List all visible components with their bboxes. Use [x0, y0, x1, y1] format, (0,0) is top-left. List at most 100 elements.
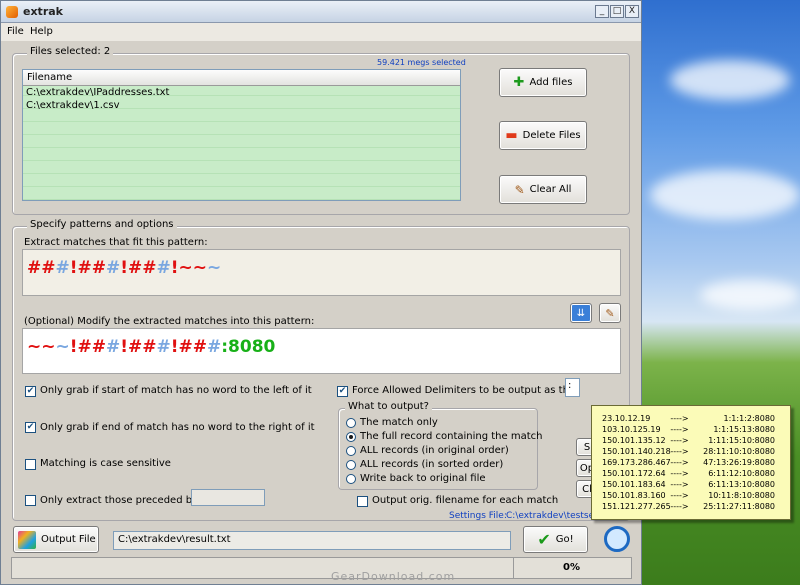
preceded-by-input[interactable]	[191, 489, 265, 506]
broom-icon: ✎	[605, 306, 615, 320]
title-bar[interactable]: extrak _ □ X	[1, 1, 641, 23]
tooltip-res: 1:1:15:13:8080	[713, 425, 775, 434]
pattern-segment: #	[106, 258, 121, 278]
clear-pattern-button[interactable]: ✎	[599, 303, 621, 323]
pattern-segment: !##	[69, 337, 106, 357]
force-delimiters-checkbox[interactable]: ✔	[337, 386, 348, 397]
radio-write-back-label: Write back to original file	[360, 473, 486, 484]
watermark: GearDownload.com	[331, 570, 456, 583]
expand-button[interactable]: ⇊	[570, 303, 592, 323]
pattern-segment: !##	[69, 258, 106, 278]
tooltip-ip: 103.10.125.19	[602, 425, 661, 434]
magnifier-icon[interactable]	[604, 526, 630, 552]
tooltip-line: 151.121.277.265 ----> 25:11:27:11:8080	[602, 501, 790, 512]
go-button[interactable]: ✔ Go!	[523, 526, 588, 553]
delimiter-input[interactable]: :	[565, 378, 580, 397]
pattern-segment: #	[55, 258, 70, 278]
output-path-field[interactable]: C:\extrakdev\result.txt	[113, 531, 511, 550]
minimize-button[interactable]: _	[595, 5, 609, 18]
window-title: extrak	[23, 5, 63, 18]
radio-match-only[interactable]	[346, 418, 356, 428]
output-filename-label: Output orig. filename for each match	[372, 495, 559, 506]
tooltip-arrow: ---->	[670, 447, 689, 456]
file-list-row[interactable]	[23, 190, 460, 203]
cloud	[700, 280, 800, 310]
progress-percent: 0%	[513, 558, 629, 578]
modify-pattern-input[interactable]: ~~~!###!###!###:8080	[22, 328, 621, 374]
maximize-button[interactable]: □	[610, 5, 624, 18]
radio-all-original[interactable]	[346, 446, 356, 456]
app-window: extrak _ □ X File Help Files selected: 2…	[0, 0, 642, 585]
file-list-row[interactable]	[23, 164, 460, 177]
case-sensitive-checkbox[interactable]	[25, 459, 36, 470]
tooltip-arrow: ---->	[670, 414, 689, 423]
tooltip-line: 150.101.172.64 ----> 6:11:12:10:8080	[602, 468, 790, 479]
pattern-segment: ##	[27, 258, 56, 278]
no-word-left-checkbox[interactable]: ✔	[25, 386, 36, 397]
clear-all-button[interactable]: ✎ Clear All	[499, 175, 587, 204]
tooltip-res: 10:11:8:10:8080	[708, 491, 775, 500]
menu-help[interactable]: Help	[30, 26, 53, 37]
filename-column-header[interactable]: Filename	[23, 70, 460, 86]
pattern-segment: ~	[207, 258, 222, 278]
tooltip-lines: 23.10.12.19 ----> 1:1:1:2:8080 103.10.125.1…	[602, 413, 790, 512]
modify-pattern-label: (Optional) Modify the extracted matches …	[24, 316, 315, 327]
extract-pattern-input[interactable]: ###!###!###!~~~	[22, 249, 621, 296]
tooltip-ip: 150.101.172.64	[602, 469, 666, 478]
broom-icon: ✎	[514, 182, 525, 197]
tooltip-ip: 151.121.277.265	[602, 502, 671, 511]
modify-pattern-text: ~~~!###!###!###:8080	[27, 337, 275, 357]
no-word-right-label: Only grab if end of match has no word to…	[40, 422, 315, 433]
output-filename-checkbox[interactable]	[357, 496, 368, 507]
file-list-row[interactable]	[23, 177, 460, 190]
pattern-segment: :8080	[221, 337, 276, 357]
no-word-left-label: Only grab if start of match has no word …	[40, 385, 312, 396]
minus-icon: ▬	[505, 128, 518, 143]
radio-full-record[interactable]	[346, 432, 356, 442]
preceded-by-checkbox[interactable]	[25, 495, 36, 506]
checkmark-icon: ✔	[537, 530, 551, 549]
output-file-button[interactable]: Output File	[13, 526, 99, 553]
output-file-label: Output File	[41, 534, 96, 545]
tooltip-res: 6:11:12:10:8080	[708, 469, 775, 478]
file-list-row[interactable]	[23, 112, 460, 125]
tooltip-line: 150.101.183.64 ----> 6:11:13:10:8080	[602, 479, 790, 490]
file-list-row[interactable]	[23, 138, 460, 151]
file-list-row[interactable]: C:\extrakdev\IPaddresses.txt	[23, 86, 460, 99]
tooltip-arrow: ---->	[670, 458, 689, 467]
add-files-label: Add files	[529, 77, 573, 88]
tooltip-arrow: ---->	[670, 436, 689, 445]
delete-files-button[interactable]: ▬ Delete Files	[499, 121, 587, 150]
patterns-group-label: Specify patterns and options	[27, 219, 177, 230]
tooltip-res: 1:1:1:2:8080	[723, 414, 776, 423]
tooltip-ip: 150.101.135.12	[602, 436, 666, 445]
file-list-row[interactable]: C:\extrakdev\1.csv	[23, 99, 460, 112]
extract-pattern-label: Extract matches that fit this pattern:	[24, 237, 208, 248]
tooltip-line: 103.10.125.19 ----> 1:1:15:13:8080	[602, 424, 790, 435]
file-list-row[interactable]	[23, 125, 460, 138]
size-info: 59.421 megs selected	[377, 58, 466, 67]
case-sensitive-label: Matching is case sensitive	[40, 458, 171, 469]
pattern-segment: ~	[55, 337, 70, 357]
pattern-segment: !##	[120, 258, 157, 278]
tooltip-arrow: ---->	[670, 469, 689, 478]
tooltip-line: 150.101.83.160 ----> 10:11:8:10:8080	[602, 490, 790, 501]
radio-all-sorted[interactable]	[346, 460, 356, 470]
tooltip-arrow: ---->	[670, 491, 689, 500]
file-list[interactable]: Filename C:\extrakdev\IPaddresses.txt C:\…	[22, 69, 461, 201]
menu-file[interactable]: File	[7, 26, 24, 37]
pattern-segment: !##	[170, 337, 207, 357]
file-list-row[interactable]	[23, 151, 460, 164]
menu-bar: File Help	[1, 23, 641, 41]
what-to-output-label: What to output?	[345, 401, 432, 412]
delete-files-label: Delete Files	[522, 130, 581, 141]
no-word-right-checkbox[interactable]: ✔	[25, 422, 36, 433]
close-button[interactable]: X	[625, 5, 639, 18]
radio-write-back[interactable]	[346, 474, 356, 484]
pattern-segment: #	[156, 258, 171, 278]
radio-all-original-label: ALL records (in original order)	[360, 445, 509, 456]
cloud	[670, 60, 790, 100]
pattern-segment: !~~	[170, 258, 207, 278]
tooltip-res: 1:11:15:10:8080	[708, 436, 775, 445]
add-files-button[interactable]: ✚ Add files	[499, 68, 587, 97]
